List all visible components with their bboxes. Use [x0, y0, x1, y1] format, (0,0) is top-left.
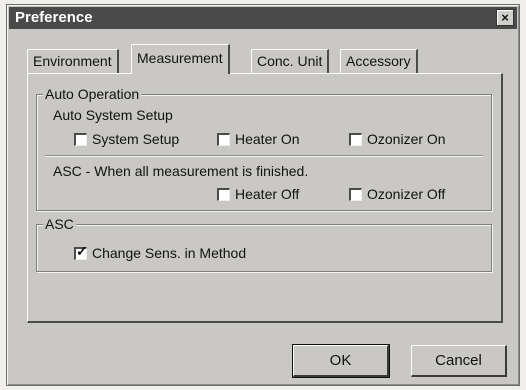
ozonizer-off-checkbox[interactable]: Ozonizer Off	[349, 186, 445, 202]
tab-measurement[interactable]: Measurement	[131, 44, 230, 74]
ozonizer-on-checkbox[interactable]: Ozonizer On	[349, 131, 446, 147]
heater-on-box[interactable]	[217, 133, 230, 146]
cancel-button[interactable]: Cancel	[411, 345, 507, 377]
system-setup-box[interactable]	[74, 133, 87, 146]
change-sens-box[interactable]: ✓	[74, 243, 88, 260]
tab-environment[interactable]: Environment	[27, 49, 119, 73]
checkmark-icon: ✓	[76, 243, 88, 259]
heater-off-box[interactable]	[217, 188, 230, 201]
group-separator	[45, 155, 483, 157]
ok-button[interactable]: OK	[292, 344, 390, 378]
system-setup-label: System Setup	[92, 131, 180, 147]
measurement-panel: Auto Operation Auto System Setup System …	[27, 73, 503, 323]
heater-off-label: Heater Off	[235, 186, 300, 202]
title-bar[interactable]: Preference ×	[9, 7, 517, 29]
auto-system-setup-label: Auto System Setup	[53, 107, 173, 123]
asc-legend: ASC	[43, 216, 76, 232]
change-sens-checkbox[interactable]: ✓ Change Sens. in Method	[74, 243, 247, 261]
ozonizer-off-label: Ozonizer Off	[367, 186, 446, 202]
tab-accessory[interactable]: Accessory	[340, 49, 418, 73]
window-title: Preference	[15, 9, 93, 26]
ozonizer-on-box[interactable]	[349, 133, 362, 146]
tab-conc-unit[interactable]: Conc. Unit	[251, 49, 330, 73]
close-button[interactable]: ×	[496, 9, 514, 26]
heater-on-checkbox[interactable]: Heater On	[217, 131, 300, 147]
change-sens-label: Change Sens. in Method	[92, 245, 247, 261]
ozonizer-on-label: Ozonizer On	[367, 131, 446, 147]
asc-finished-label: ASC - When all measurement is finished.	[53, 163, 309, 179]
auto-operation-group: Auto Operation Auto System Setup System …	[36, 86, 492, 211]
ozonizer-off-box[interactable]	[349, 188, 362, 201]
auto-operation-legend: Auto Operation	[43, 86, 142, 102]
heater-off-checkbox[interactable]: Heater Off	[217, 186, 299, 202]
asc-group: ASC ✓ Change Sens. in Method	[36, 216, 492, 272]
heater-on-label: Heater On	[235, 131, 300, 147]
system-setup-checkbox[interactable]: System Setup	[74, 131, 179, 147]
preference-dialog: Preference × Environment Measurement Con…	[6, 4, 520, 386]
